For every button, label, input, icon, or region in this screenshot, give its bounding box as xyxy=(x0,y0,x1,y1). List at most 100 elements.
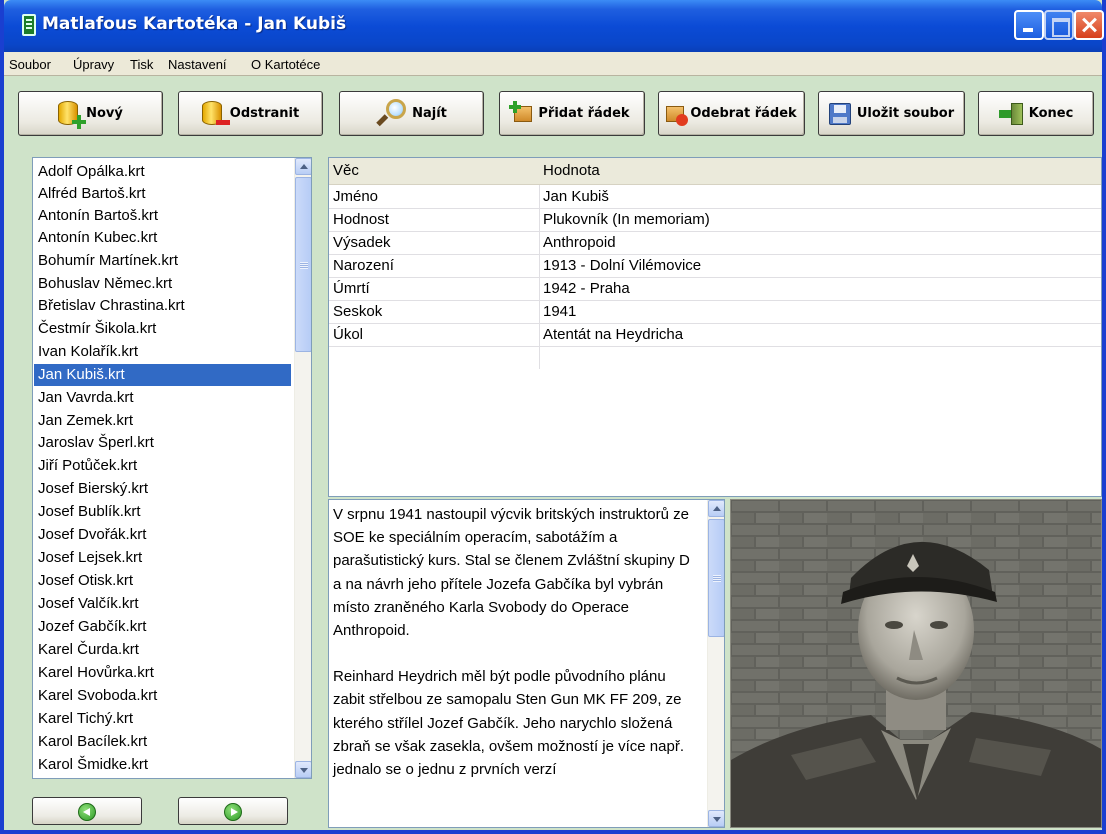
table-row[interactable]: Výsadek Anthropoid xyxy=(329,232,1101,255)
table-row[interactable]: Úkol Atentát na Heydricha xyxy=(329,324,1101,347)
table-row[interactable]: Hodnost Plukovník (In memoriam) xyxy=(329,209,1101,232)
scroll-thumb[interactable] xyxy=(295,177,311,352)
cell-value[interactable]: Plukovník (In memoriam) xyxy=(543,210,710,230)
table-row[interactable]: Narození 1913 - Dolní Vilémovice xyxy=(329,255,1101,278)
column-header-value[interactable]: Hodnota xyxy=(543,162,600,179)
table-row[interactable]: Jméno Jan Kubiš xyxy=(329,186,1101,209)
maximize-button[interactable] xyxy=(1044,10,1074,40)
menu-soubor[interactable]: Soubor xyxy=(9,57,51,72)
description-text[interactable]: V srpnu 1941 nastoupil výcvik britských … xyxy=(333,503,701,804)
list-item[interactable]: Antonín Kubec.krt xyxy=(34,227,291,249)
list-item[interactable]: Josef Lejsek.krt xyxy=(34,547,291,569)
card-file-icon xyxy=(22,14,36,36)
property-grid: Věc Hodnota Jméno Jan Kubiš Hodnost Plukov… xyxy=(328,157,1102,497)
column-header-key[interactable]: Věc xyxy=(333,162,359,179)
cell-value[interactable]: Atentát na Heydricha xyxy=(543,325,683,345)
arrow-left-icon xyxy=(78,803,96,821)
next-button[interactable] xyxy=(178,797,288,825)
new-button-label: Nový xyxy=(86,106,123,121)
file-list[interactable]: Adolf Opálka.krt Alfréd Bartoš.krt Anton… xyxy=(32,157,312,779)
list-item[interactable]: Josef Bierský.krt xyxy=(34,478,291,500)
menu-tisk[interactable]: Tisk xyxy=(130,57,153,72)
minimize-button[interactable] xyxy=(1014,10,1044,40)
list-item-selected[interactable]: Jan Kubiš.krt xyxy=(34,364,291,386)
list-item[interactable]: Josef Bublík.krt xyxy=(34,501,291,523)
list-item[interactable]: Karel Hovůrka.krt xyxy=(34,662,291,684)
portrait-photo xyxy=(730,499,1102,828)
app-window: Matlafous Kartotéka - Jan Kubiš Soubor Ú… xyxy=(0,0,1106,834)
list-item[interactable]: Karel Svoboda.krt xyxy=(34,685,291,707)
list-item[interactable]: Josef Otisk.krt xyxy=(34,570,291,592)
exit-door-icon xyxy=(998,102,1023,125)
list-item[interactable]: Jiří Potůček.krt xyxy=(34,455,291,477)
menu-upravy[interactable]: Úpravy xyxy=(73,57,114,72)
remove-row-button-label: Odebrat řádek xyxy=(690,106,797,121)
list-item[interactable]: Bohuslav Němec.krt xyxy=(34,273,291,295)
list-item[interactable]: Karol Bacílek.krt xyxy=(34,731,291,753)
list-item[interactable]: Antonín Bartoš.krt xyxy=(34,205,291,227)
list-item[interactable]: Jaroslav Šperl.krt xyxy=(34,432,291,454)
cell-value[interactable]: Anthropoid xyxy=(543,233,616,253)
list-item[interactable]: Karel Čurda.krt xyxy=(34,639,291,661)
list-item[interactable]: Josef Valčík.krt xyxy=(34,593,291,615)
cell-key: Jméno xyxy=(333,188,379,205)
list-item[interactable]: Alfréd Bartoš.krt xyxy=(34,183,291,205)
magnifier-icon xyxy=(376,98,407,129)
cell-value[interactable]: 1942 - Praha xyxy=(543,279,630,299)
floppy-disk-icon xyxy=(828,102,851,125)
list-item[interactable]: Jan Zemek.krt xyxy=(34,410,291,432)
find-button-label: Najít xyxy=(412,106,447,121)
add-row-icon xyxy=(509,100,533,122)
menu-o-kartotece[interactable]: O Kartotéce xyxy=(251,57,320,72)
list-item[interactable]: Břetislav Chrastina.krt xyxy=(34,295,291,317)
scroll-down-arrow-icon[interactable] xyxy=(708,810,724,827)
exit-button[interactable]: Konec xyxy=(978,91,1094,136)
cell-key: Narození xyxy=(333,257,394,274)
list-item[interactable]: Bohumír Martínek.krt xyxy=(34,250,291,272)
remove-button-label: Odstranit xyxy=(229,106,300,121)
table-row[interactable]: Seskok 1941 xyxy=(329,301,1101,324)
previous-button[interactable] xyxy=(32,797,142,825)
add-row-button[interactable]: Přidat řádek xyxy=(499,91,645,136)
window-title: Matlafous Kartotéka - Jan Kubiš xyxy=(42,14,347,34)
cell-key: Výsadek xyxy=(333,234,391,251)
new-button[interactable]: Nový xyxy=(18,91,163,136)
find-button[interactable]: Najít xyxy=(339,91,484,136)
save-file-button-label: Uložit soubor xyxy=(856,106,955,121)
remove-row-icon xyxy=(666,105,689,126)
list-item[interactable]: Ivan Kolařík.krt xyxy=(34,341,291,363)
cell-value[interactable]: Jan Kubiš xyxy=(543,187,609,207)
menu-nastaveni[interactable]: Nastavení xyxy=(168,57,227,72)
save-file-button[interactable]: Uložit soubor xyxy=(818,91,965,136)
cell-key: Úkol xyxy=(333,326,364,343)
list-item[interactable]: Karel Tichý.krt xyxy=(34,708,291,730)
list-item[interactable]: Karol Šmidke.krt xyxy=(34,754,291,776)
database-add-icon xyxy=(58,100,87,129)
portrait-image xyxy=(731,500,1101,827)
close-button[interactable] xyxy=(1074,10,1104,40)
file-list-scrollbar[interactable] xyxy=(294,158,311,778)
list-item[interactable]: Čestmír Šikola.krt xyxy=(34,318,291,340)
list-item[interactable]: Jan Vavrda.krt xyxy=(34,387,291,409)
arrow-right-icon xyxy=(224,803,242,821)
table-row[interactable]: Úmrtí 1942 - Praha xyxy=(329,278,1101,301)
menu-bar: Soubor Úpravy Tisk Nastavení O Kartotéce xyxy=(4,52,1102,76)
scroll-down-arrow-icon[interactable] xyxy=(295,761,311,778)
list-item[interactable]: Adolf Opálka.krt xyxy=(34,161,291,183)
cell-value[interactable]: 1913 - Dolní Vilémovice xyxy=(543,256,701,276)
list-item[interactable]: Jozef Gabčík.krt xyxy=(34,616,291,638)
remove-button[interactable]: Odstranit xyxy=(178,91,323,136)
cell-key: Seskok xyxy=(333,303,383,320)
list-item[interactable]: Josef Dvořák.krt xyxy=(34,524,291,546)
description-textarea[interactable]: V srpnu 1941 nastoupil výcvik britských … xyxy=(328,499,725,828)
cell-value[interactable]: 1941 xyxy=(543,302,576,322)
description-paragraph: Reinhard Heydrich měl být podle původníh… xyxy=(333,668,684,779)
remove-row-button[interactable]: Odebrat řádek xyxy=(658,91,805,136)
title-bar[interactable]: Matlafous Kartotéka - Jan Kubiš xyxy=(4,0,1104,52)
scroll-up-arrow-icon[interactable] xyxy=(295,158,311,175)
add-row-button-label: Přidat řádek xyxy=(538,106,630,121)
scroll-up-arrow-icon[interactable] xyxy=(708,500,724,517)
description-scrollbar[interactable] xyxy=(707,500,724,827)
scroll-thumb[interactable] xyxy=(708,519,724,637)
grid-header: Věc Hodnota xyxy=(329,158,1101,185)
